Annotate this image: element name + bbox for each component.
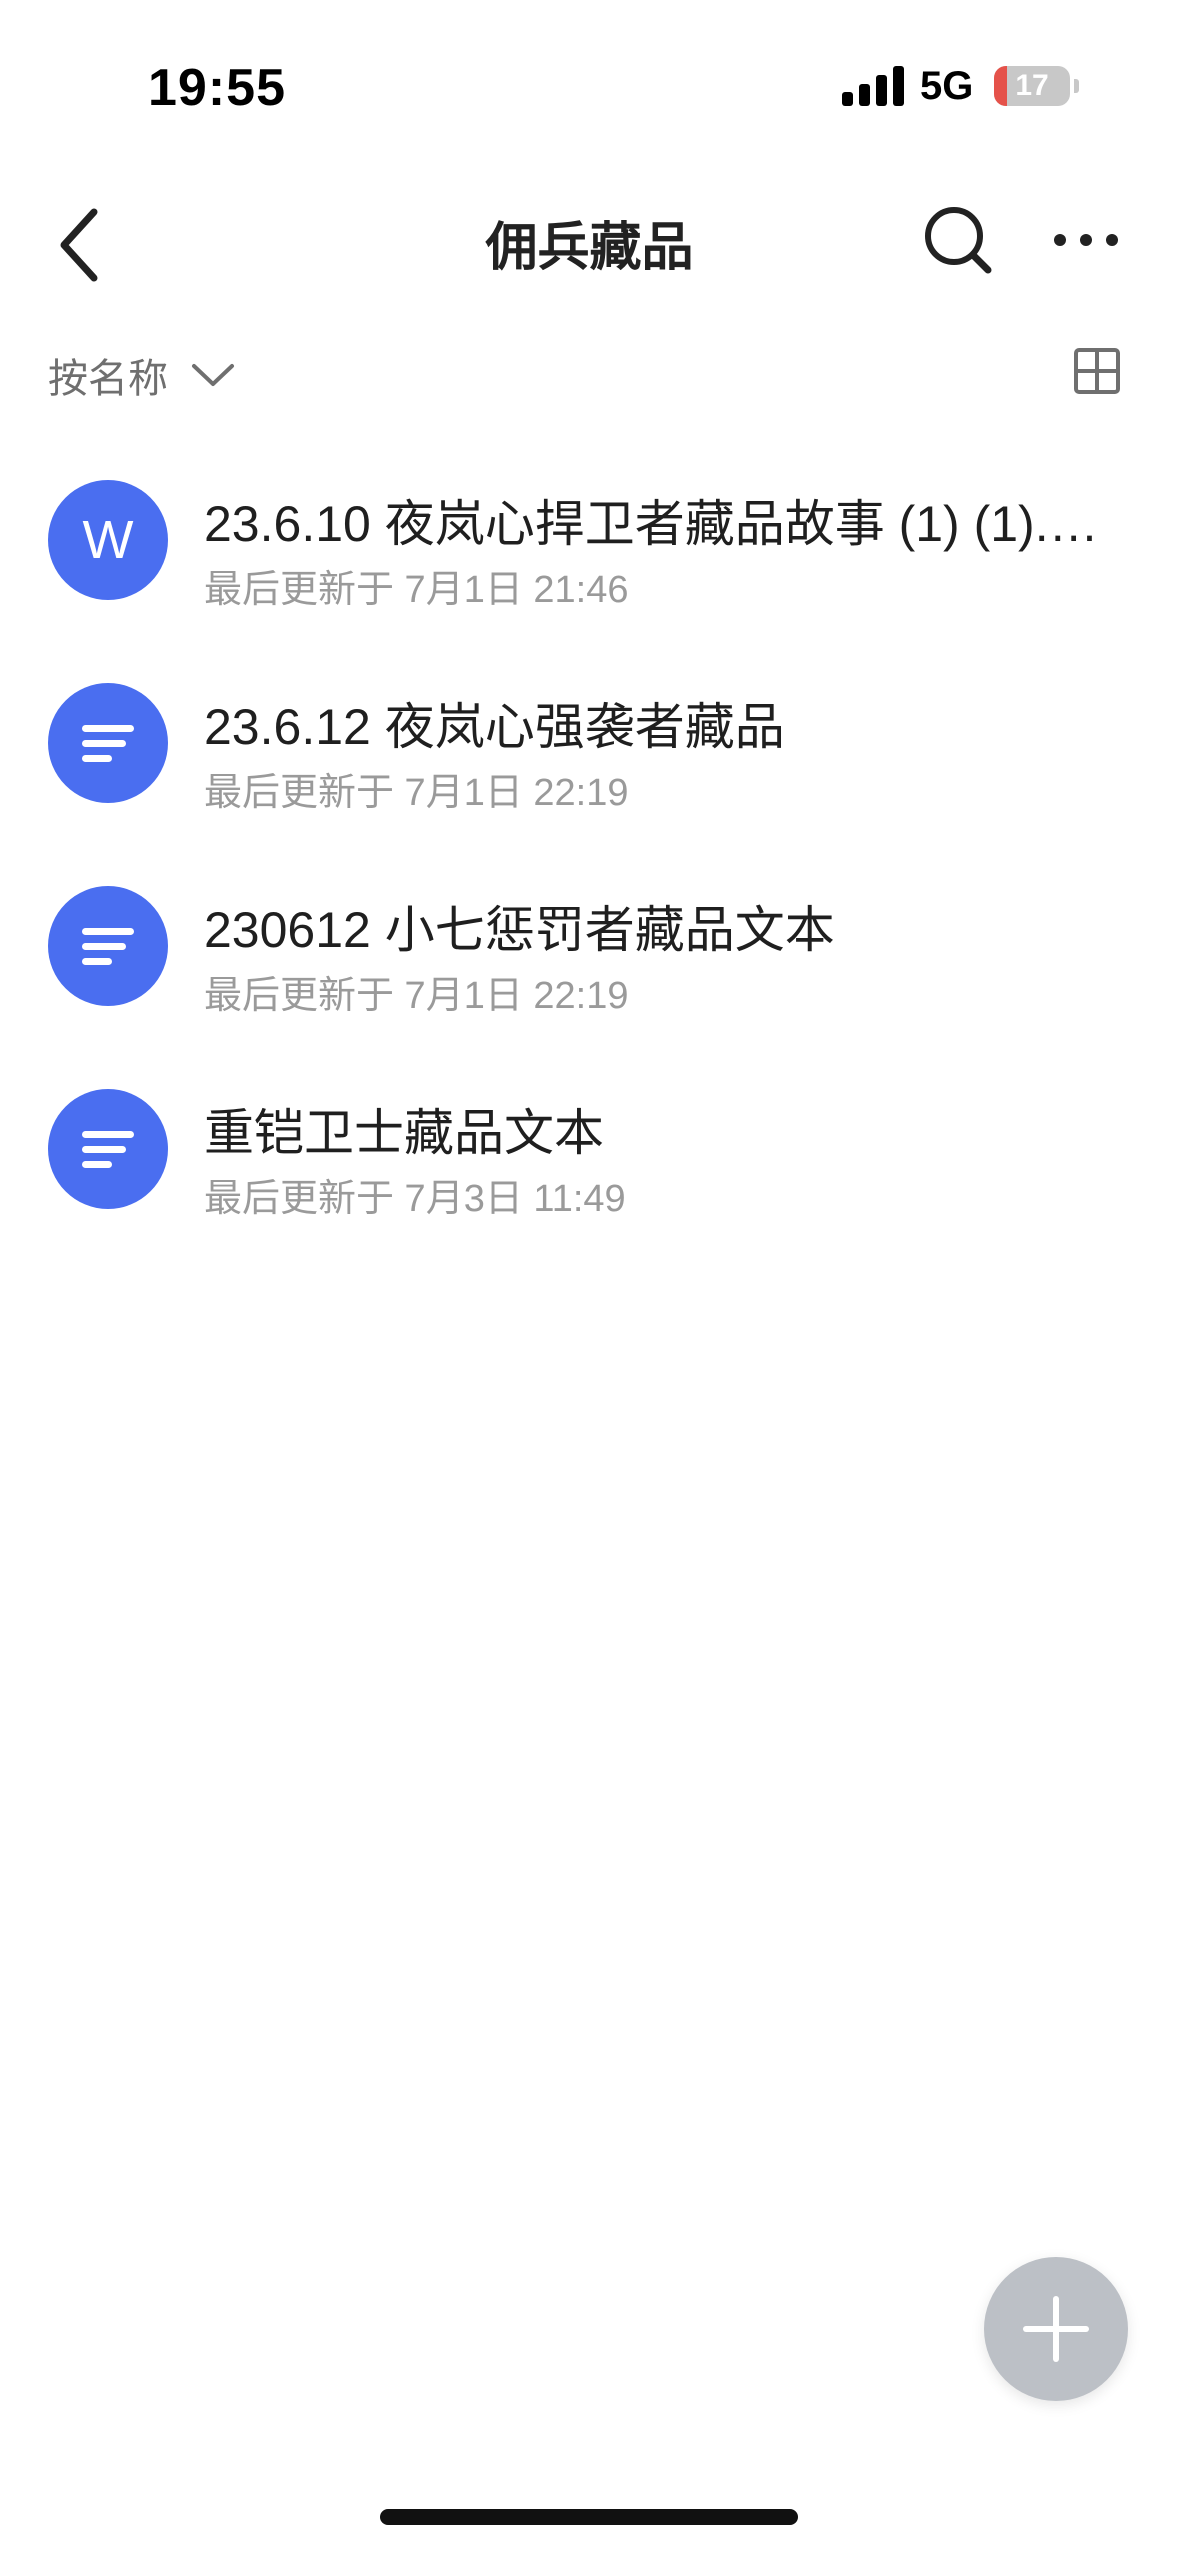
word-doc-letter: W bbox=[82, 510, 134, 570]
file-list: W 23.6.10 夜岚心捍卫者藏品故事 (1) (1).docx 最后更新于 … bbox=[0, 460, 1179, 1272]
document-lines-icon bbox=[48, 1089, 168, 1209]
file-name: 23.6.10 夜岚心捍卫者藏品故事 (1) (1).docx bbox=[204, 496, 1114, 552]
view-toggle-button[interactable] bbox=[1072, 346, 1122, 396]
page-title: 佣兵藏品 bbox=[485, 219, 694, 277]
plus-icon bbox=[1023, 2296, 1089, 2362]
file-updated-time: 最后更新于 7月1日 21:46 bbox=[204, 569, 629, 611]
sort-label: 按名称 bbox=[48, 357, 168, 401]
file-item[interactable]: 23.6.12 夜岚心强袭者藏品 最后更新于 7月1日 22:19 bbox=[0, 663, 1179, 866]
word-doc-icon: W bbox=[48, 480, 168, 600]
more-button[interactable] bbox=[1050, 200, 1130, 280]
file-name: 重铠卫士藏品文本 bbox=[204, 1105, 604, 1161]
more-horizontal-icon bbox=[1054, 234, 1118, 246]
network-type: 5G bbox=[920, 64, 974, 108]
search-button[interactable] bbox=[918, 200, 998, 280]
grid-view-icon bbox=[1074, 348, 1120, 394]
file-item[interactable]: W 23.6.10 夜岚心捍卫者藏品故事 (1) (1).docx 最后更新于 … bbox=[0, 460, 1179, 663]
file-item[interactable]: 重铠卫士藏品文本 最后更新于 7月3日 11:49 bbox=[0, 1069, 1179, 1272]
status-time: 19:55 bbox=[148, 59, 286, 117]
file-item[interactable]: 230612 小七惩罚者藏品文本 最后更新于 7月1日 22:19 bbox=[0, 866, 1179, 1069]
sort-dropdown[interactable]: 按名称 bbox=[48, 340, 236, 410]
document-lines-icon bbox=[48, 886, 168, 1006]
file-name: 23.6.12 夜岚心强袭者藏品 bbox=[204, 699, 785, 755]
home-indicator[interactable] bbox=[380, 2509, 798, 2525]
add-button[interactable] bbox=[984, 2257, 1128, 2401]
chevron-down-icon bbox=[192, 364, 234, 386]
status-bar: 19:55 5G 17 bbox=[0, 0, 1179, 170]
search-icon bbox=[925, 207, 992, 274]
file-updated-time: 最后更新于 7月1日 22:19 bbox=[204, 975, 629, 1017]
battery-icon: 17 bbox=[994, 66, 1070, 106]
file-name: 230612 小七惩罚者藏品文本 bbox=[204, 902, 835, 958]
cellular-signal-icon bbox=[842, 66, 904, 106]
document-lines-icon bbox=[48, 683, 168, 803]
file-updated-time: 最后更新于 7月1日 22:19 bbox=[204, 772, 629, 814]
battery-level: 17 bbox=[1015, 69, 1049, 102]
battery-cap bbox=[1074, 79, 1079, 93]
file-updated-time: 最后更新于 7月3日 11:49 bbox=[204, 1178, 626, 1220]
